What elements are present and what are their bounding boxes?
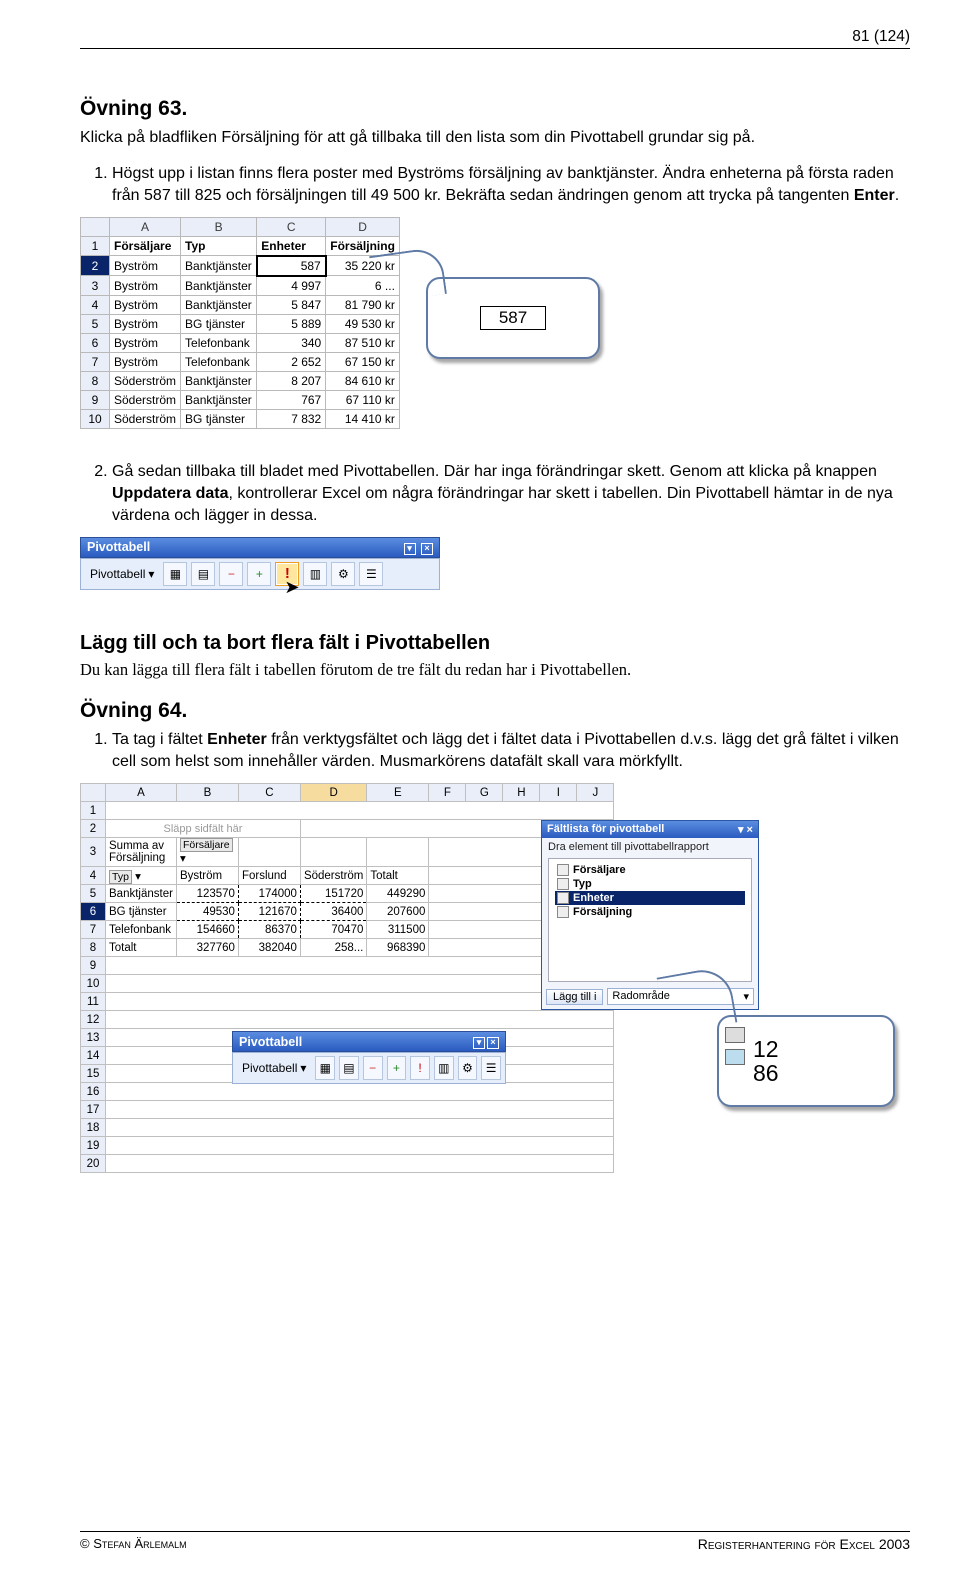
col-C: C: [257, 217, 326, 236]
toolbar-show-detail-icon[interactable]: +: [247, 562, 271, 586]
exercise-63-heading: Övning 63.: [80, 97, 910, 121]
pivot-toolbar-screenshot: Pivottabell ▾ × Pivottabell▾ ▦ ▤ − + ! ➤…: [80, 537, 440, 590]
cursor-icon: ➤: [284, 577, 299, 598]
callout-zoom-cell: 587: [426, 277, 600, 359]
drop-page-field[interactable]: Släpp sidfält här: [106, 820, 301, 838]
toolbar-fieldlist-icon[interactable]: ☰: [359, 562, 383, 586]
field-icon: [557, 906, 569, 918]
step-2: Gå sedan tillbaka till bladet med Pivott…: [112, 461, 910, 527]
exercise-63-steps-2: Gå sedan tillbaka till bladet med Pivott…: [80, 461, 910, 527]
toolbar2-menu-pivottabell[interactable]: Pivottabell▾: [237, 1060, 311, 1076]
callout2-value-2: 86: [753, 1061, 779, 1085]
hdr-typ: Typ: [181, 236, 257, 256]
callout-drag-cursor: 12 86: [717, 1015, 895, 1107]
fieldlist-item-enheter[interactable]: Enheter: [555, 891, 745, 905]
toolbar-menu-pivottabell[interactable]: Pivottabell▾: [85, 566, 159, 582]
exercise-64-heading: Övning 64.: [80, 699, 910, 723]
pivot-row-field-tag[interactable]: Typ: [109, 870, 132, 884]
field-icon: [557, 864, 569, 876]
toolbar2-chart-icon[interactable]: ▤: [339, 1056, 359, 1080]
fieldlist-titlebar: Fältlista för pivottabell ▾ ×: [542, 821, 758, 838]
toolbar2-title-text: Pivottabell: [239, 1035, 302, 1049]
fieldlist-item-forsaljning[interactable]: Försäljning: [555, 905, 745, 919]
step-1: Högst upp i listan finns flera poster me…: [112, 163, 910, 207]
floating-pivot-toolbar: Pivottabell ▾× Pivottabell▾ ▦ ▤ − + ! ▥ …: [232, 1031, 506, 1084]
exercise-63-steps: Högst upp i listan finns flera poster me…: [80, 163, 910, 207]
corner-cell: [81, 217, 110, 236]
footer-author: © Stefan Ärlemalm: [80, 1536, 187, 1552]
toolbar-body: Pivottabell▾ ▦ ▤ − + ! ➤ ▥ ⚙ ☰: [80, 558, 440, 590]
fieldlist-subtitle: Dra element till pivottabellrapport: [542, 838, 758, 856]
drag-table-icon: [725, 1049, 745, 1065]
toolbar2-hide-icon[interactable]: −: [363, 1056, 383, 1080]
toolbar-include-icon[interactable]: ▥: [303, 562, 327, 586]
toolbar2-settings-icon[interactable]: ⚙: [458, 1056, 478, 1080]
callout-value: 587: [480, 306, 546, 330]
pivot-drag-screenshot: A B C D E F G H I J 1 2Släpp sidfält här…: [80, 783, 895, 1143]
callout2-value-1: 12: [753, 1037, 779, 1061]
close-icon[interactable]: ×: [487, 1037, 499, 1049]
toolbar-wizard-icon[interactable]: ▦: [163, 562, 187, 586]
toolbar-settings-icon[interactable]: ⚙: [331, 562, 355, 586]
hdr-enheter: Enheter: [257, 236, 326, 256]
hdr-forsaljare: Försäljare: [110, 236, 181, 256]
toolbar2-wizard-icon[interactable]: ▦: [315, 1056, 335, 1080]
callout-pointer-icon: [369, 246, 447, 304]
page-number: 81 (124): [80, 28, 910, 49]
fieldlist-item-forsaljare[interactable]: Försäljare: [555, 863, 745, 877]
page-footer: © Stefan Ärlemalm Registerhantering för …: [80, 1531, 910, 1552]
page: 81 (124) Övning 63. Klicka på bladfliken…: [0, 0, 960, 1580]
fieldlist-add-button[interactable]: Lägg till i: [546, 989, 603, 1005]
section-add-remove-fields-heading: Lägg till och ta bort flera fält i Pivot…: [80, 632, 910, 655]
dropdown-icon[interactable]: ▾: [404, 543, 416, 555]
exercise-63-intro: Klicka på bladfliken Försäljning för att…: [80, 127, 910, 149]
excel-table: A B C D 1 Försäljare Typ Enheter Försälj…: [80, 217, 400, 429]
close-icon[interactable]: ×: [421, 543, 433, 555]
dropdown-icon[interactable]: ▾: [473, 1037, 485, 1049]
pivot-measure-label: Summa av Försäljning: [106, 838, 177, 867]
pivot-col-field-tag[interactable]: Försäljare: [180, 838, 233, 852]
toolbar2-fieldlist-icon[interactable]: ☰: [481, 1056, 501, 1080]
col-A: A: [110, 217, 181, 236]
exercise-64-steps: Ta tag i fältet Enheter från verktygsfäl…: [80, 729, 910, 773]
fieldlist-close-icon[interactable]: ▾ ×: [738, 823, 753, 836]
excel-list-screenshot: A B C D 1 Försäljare Typ Enheter Försälj…: [80, 217, 600, 447]
rowhdr-2: 2: [81, 256, 110, 276]
toolbar2-include-icon[interactable]: ▥: [434, 1056, 454, 1080]
toolbar-title-text: Pivottabell: [87, 540, 150, 554]
footer-book-title: Registerhantering för Excel 2003: [698, 1536, 910, 1552]
col-D: D: [326, 217, 400, 236]
toolbar-window-buttons: ▾ ×: [402, 540, 433, 555]
ex64-step-1: Ta tag i fältet Enheter från verktygsfäl…: [112, 729, 910, 773]
fieldlist-item-typ[interactable]: Typ: [555, 877, 745, 891]
fieldlist-items: Försäljare Typ Enheter Försäljning: [548, 858, 752, 982]
field-icon: [557, 878, 569, 890]
rowhdr-1: 1: [81, 236, 110, 256]
section-add-remove-fields-intro: Du kan lägga till flera fält i tabellen …: [80, 659, 910, 681]
toolbar-hide-detail-icon[interactable]: −: [219, 562, 243, 586]
pivot-grid: A B C D E F G H I J 1 2Släpp sidfält här…: [80, 783, 614, 1173]
toolbar-chart-icon[interactable]: ▤: [191, 562, 215, 586]
field-icon: [557, 892, 569, 904]
drag-target-cell[interactable]: 36400: [300, 903, 366, 921]
drag-thumb-icon: [725, 1027, 745, 1043]
col-B: B: [181, 217, 257, 236]
toolbar2-refresh-icon[interactable]: !: [410, 1056, 430, 1080]
toolbar2-show-icon[interactable]: +: [387, 1056, 407, 1080]
selected-cell-enheter: 587: [257, 256, 326, 276]
toolbar-titlebar: Pivottabell ▾ ×: [80, 537, 440, 558]
toolbar-refresh-data-icon[interactable]: ! ➤: [275, 562, 299, 586]
